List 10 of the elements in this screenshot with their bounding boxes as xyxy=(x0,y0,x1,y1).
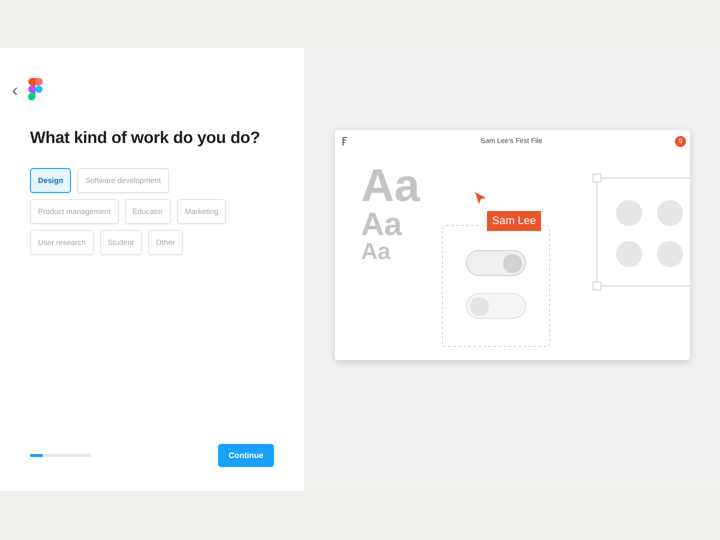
cursor-label: Sam Lee xyxy=(487,211,542,231)
logo-icon xyxy=(28,78,43,101)
type-sample: Aa xyxy=(361,162,420,208)
logo-icon xyxy=(342,136,348,146)
cursor-icon xyxy=(474,191,487,205)
back-button[interactable]: ‹ xyxy=(10,80,20,100)
type-sample: Aa xyxy=(361,240,392,263)
heading: What kind of work do you do? xyxy=(30,129,261,148)
continue-button[interactable]: Continue xyxy=(218,444,274,467)
type-sample: Aa xyxy=(361,208,404,240)
